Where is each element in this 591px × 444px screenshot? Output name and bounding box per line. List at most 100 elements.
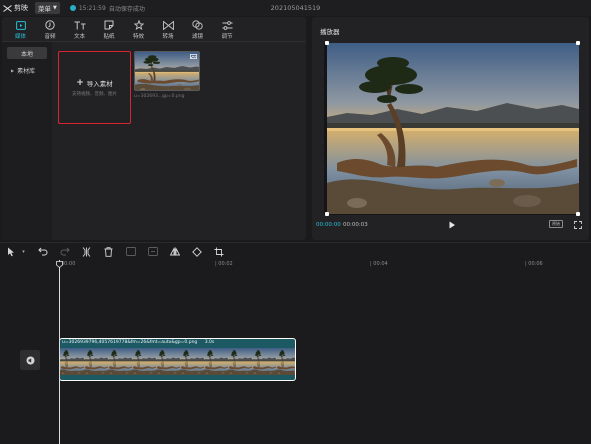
resize-handle[interactable]: [325, 41, 329, 45]
undo-icon: [37, 247, 47, 256]
original-ratio-label: 原始: [552, 221, 560, 226]
import-hint: 支持视频、音频、图片: [72, 92, 117, 97]
transition-icon: [162, 20, 174, 30]
tool-label: 转场: [162, 33, 174, 40]
chevron-down-icon: ▼: [53, 5, 57, 11]
reverse-icon: [147, 247, 158, 256]
tool-effects[interactable]: 特效: [124, 17, 153, 42]
filter-icon: [192, 20, 203, 30]
category-library[interactable]: ▶ 素材库: [7, 64, 47, 76]
split-button[interactable]: [80, 246, 93, 258]
app-logo: 剪映: [3, 3, 28, 13]
category-sidebar: 本地 ▶ 素材库: [2, 42, 52, 240]
crop-icon: [214, 247, 223, 256]
player-title: 播放器: [320, 28, 340, 36]
preview-canvas[interactable]: [324, 41, 580, 216]
tool-filter[interactable]: 滤镜: [183, 17, 212, 42]
import-label: 导入素材: [86, 80, 113, 88]
tool-transition[interactable]: 转场: [154, 17, 183, 42]
select-tool-dropdown[interactable]: ▾: [20, 246, 27, 258]
undo-button[interactable]: [36, 246, 49, 258]
tool-sticker[interactable]: 贴纸: [95, 17, 124, 42]
clip-frame: [132, 348, 156, 375]
select-tool-button[interactable]: [4, 246, 17, 258]
adjust-icon: [222, 20, 232, 30]
resize-handle[interactable]: [576, 41, 580, 45]
menu-button[interactable]: 菜单 ▼: [35, 2, 60, 14]
tool-adjust[interactable]: 调节: [213, 17, 242, 42]
tool-label: 贴纸: [103, 33, 115, 40]
tick-label: | 00:04: [370, 261, 388, 267]
image-type-icon: [190, 54, 197, 59]
menu-label: 菜单: [38, 5, 51, 13]
media-panel: 媒体 音频 文本 贴纸 特效 转场 滤镜 调节 本地 ▶ 素材库 + 导入素材 …: [2, 17, 306, 240]
preview-image: [327, 43, 579, 214]
crop-button[interactable]: [212, 246, 225, 258]
clip-frame: [60, 348, 84, 375]
app-window: 剪映 菜单 ▼ 15:21:59 自动保存成功 202105041519 媒体 …: [0, 0, 591, 444]
media-item[interactable]: u=302693...gp=0.png: [134, 51, 200, 109]
save-status-icon: [69, 5, 76, 11]
clip-frame: [156, 348, 180, 375]
tool-label: 特效: [132, 33, 144, 40]
clip-frame: [276, 348, 295, 375]
mirror-button[interactable]: [168, 246, 181, 258]
resize-handle[interactable]: [325, 212, 329, 216]
tick-label: | 00:02: [215, 261, 233, 267]
original-ratio-button[interactable]: 原始: [549, 220, 563, 228]
tool-label: 调节: [221, 33, 233, 40]
tool-audio[interactable]: 音频: [36, 17, 65, 42]
clip-frame: [252, 348, 276, 375]
resize-handle[interactable]: [576, 212, 580, 216]
clip-frame: [108, 348, 132, 375]
reverse-button[interactable]: [146, 246, 159, 258]
save-time: 15:21:59: [78, 4, 106, 12]
tick-label: | 00:06: [525, 261, 543, 267]
rotate-button[interactable]: [190, 246, 203, 258]
tool-media[interactable]: 媒体: [6, 17, 35, 42]
capcut-logo-icon: [3, 4, 12, 12]
timeline-panel: ▾ 00:00 | 00:02 | 00:04 | 00:06 u=302693…: [0, 242, 591, 444]
asset-toolbar: 媒体 音频 文本 贴纸 特效 转场 滤镜 调节: [2, 17, 306, 42]
effects-icon: [133, 20, 144, 30]
tool-label: 文本: [73, 33, 85, 40]
clip-frame: [228, 348, 252, 375]
text-icon: [74, 21, 85, 29]
speaker-icon: [26, 356, 34, 364]
playhead-handle-icon[interactable]: [56, 261, 63, 268]
time-ruler[interactable]: 00:00 | 00:02 | 00:04 | 00:06: [0, 260, 591, 270]
chevron-right-icon: ▶: [11, 67, 15, 73]
cursor-icon: [7, 247, 14, 256]
tool-label: 音频: [44, 33, 56, 40]
clip-name: u=3026939796,4057619778&fm=26&fmt=auto&g…: [62, 340, 198, 345]
sticker-icon: [104, 20, 114, 30]
tool-label: 滤镜: [191, 33, 203, 40]
video-clip[interactable]: u=3026939796,4057619778&fm=26&fmt=auto&g…: [59, 338, 296, 381]
delete-button[interactable]: [102, 246, 115, 258]
audio-icon: [45, 20, 55, 30]
clip-frame: [204, 348, 228, 375]
redo-button[interactable]: [58, 246, 71, 258]
tool-text[interactable]: 文本: [65, 17, 94, 42]
title-bar: 剪映 菜单 ▼ 15:21:59 自动保存成功 202105041519: [0, 0, 591, 16]
split-icon: [82, 246, 91, 257]
fullscreen-icon[interactable]: [574, 221, 582, 229]
track-mute-button[interactable]: [20, 350, 40, 370]
tick-label: 00:00: [61, 261, 76, 267]
save-status: 15:21:59 自动保存成功: [69, 4, 145, 13]
clip-frames: [60, 348, 295, 375]
play-icon[interactable]: [448, 221, 456, 229]
app-name: 剪映: [14, 4, 28, 12]
media-thumbnail[interactable]: [134, 51, 200, 91]
category-local[interactable]: 本地: [7, 47, 47, 59]
plus-icon: +: [76, 78, 84, 88]
clip-frame: [84, 348, 108, 375]
freeze-frame-button[interactable]: [124, 246, 137, 258]
clip-frame: [180, 348, 204, 375]
rotate-icon: [191, 246, 202, 257]
mirror-icon: [169, 247, 180, 256]
current-time: 00:00:00: [316, 222, 341, 228]
timeline-toolbar: ▾: [0, 243, 591, 260]
playhead[interactable]: [59, 260, 60, 444]
import-media-button[interactable]: + 导入素材 支持视频、音频、图片: [58, 51, 131, 124]
